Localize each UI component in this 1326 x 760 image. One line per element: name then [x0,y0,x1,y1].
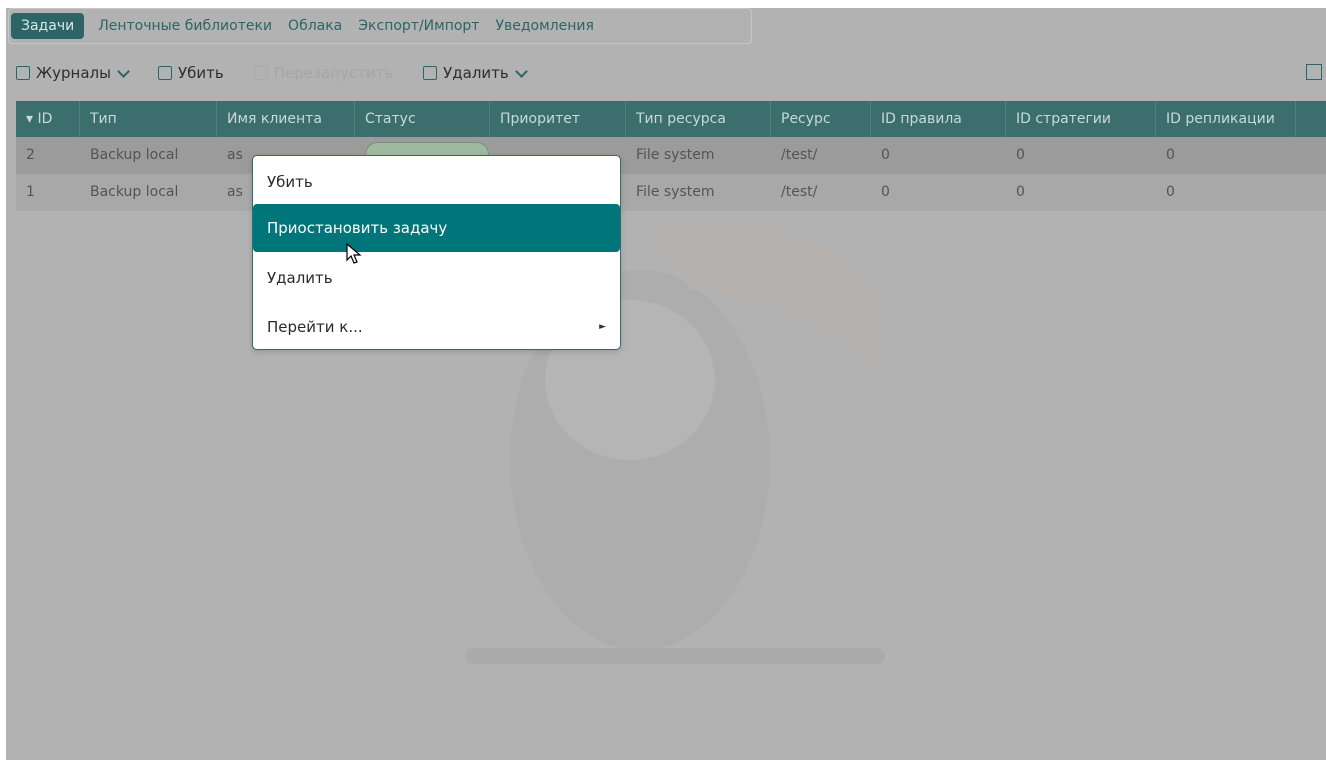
tab-clouds[interactable]: Облака [280,13,350,39]
window-left-edge [0,0,6,760]
column-header-type[interactable]: Тип [80,101,217,137]
tab-tasks[interactable]: Задачи [11,13,85,39]
mouse-cursor-icon [346,243,362,264]
cell-resource: /test/ [781,147,818,163]
chevron-down-icon [117,64,130,78]
cell-id: 2 [26,147,35,163]
kill-button[interactable]: Убить [158,64,224,82]
column-header-status[interactable]: Статус [355,101,490,137]
cell-strategy-id: 0 [1016,184,1025,200]
columns-settings-icon[interactable] [1306,64,1322,80]
column-header-resource[interactable]: Ресурс [771,101,871,137]
tab-bar: Задачи Ленточные библиотеки Облака Экспо… [8,8,752,44]
column-header-client[interactable]: Имя клиента [217,101,355,137]
column-header-priority[interactable]: Приоритет [490,101,626,137]
menu-item-kill[interactable]: Убить [253,158,620,206]
table-row[interactable]: 1 Backup local as File system /test/ 0 0… [16,174,1326,211]
cell-type: Backup local [90,147,179,163]
column-header-resource-type[interactable]: Тип ресурса [626,101,771,137]
toolbar: Журналы Убить Перезапустить Удалить [16,58,556,88]
tab-tape-libraries[interactable]: Ленточные библиотеки [90,13,280,39]
chevron-down-icon [514,64,528,78]
cell-rule-id: 0 [881,184,890,200]
logs-label: Журналы [36,64,111,82]
submenu-arrow-icon: ► [599,322,606,332]
column-header-id[interactable]: ▾ ID [16,101,80,137]
delete-button[interactable]: Удалить [423,64,528,82]
cell-type: Backup local [90,184,179,200]
column-header-strategy-id[interactable]: ID стратегии [1006,101,1156,137]
tab-export-import[interactable]: Экспорт/Импорт [350,13,487,39]
trash-icon [423,66,438,80]
menu-item-delete[interactable]: Удалить [253,254,620,302]
tab-notifications[interactable]: Уведомления [487,13,601,39]
window-top-edge [0,0,1326,8]
cell-replication-id: 0 [1166,184,1175,200]
delete-label: Удалить [443,64,509,82]
context-menu: Убить Приостановить задачу Удалить Перей… [252,155,621,350]
cell-strategy-id: 0 [1016,147,1025,163]
cell-resource-type: File system [636,184,715,200]
close-icon [158,66,172,80]
menu-item-go-to[interactable]: Перейти к... ► [253,303,620,351]
cell-id: 1 [26,184,35,200]
menu-item-go-to-label: Перейти к... [267,318,363,336]
cell-resource-type: File system [636,147,715,163]
restart-label: Перезапустить [273,64,394,82]
cell-resource: /test/ [781,184,818,200]
table-row[interactable]: 2 Backup local as File system /test/ 0 0… [16,137,1326,174]
cell-rule-id: 0 [881,147,890,163]
table-header: ▾ ID Тип Имя клиента Статус Приоритет Ти… [16,101,1326,137]
menu-item-pause-task[interactable]: Приостановить задачу [253,204,620,252]
column-header-replication-id[interactable]: ID репликации [1156,101,1296,137]
restart-icon [253,66,268,80]
logs-button[interactable]: Журналы [16,64,130,82]
log-icon [16,66,30,80]
restart-button[interactable]: Перезапустить [253,64,394,82]
column-header-rule-id[interactable]: ID правила [871,101,1006,137]
cell-replication-id: 0 [1166,147,1175,163]
kill-label: Убить [178,64,224,82]
sort-desc-icon: ▾ [26,111,34,127]
